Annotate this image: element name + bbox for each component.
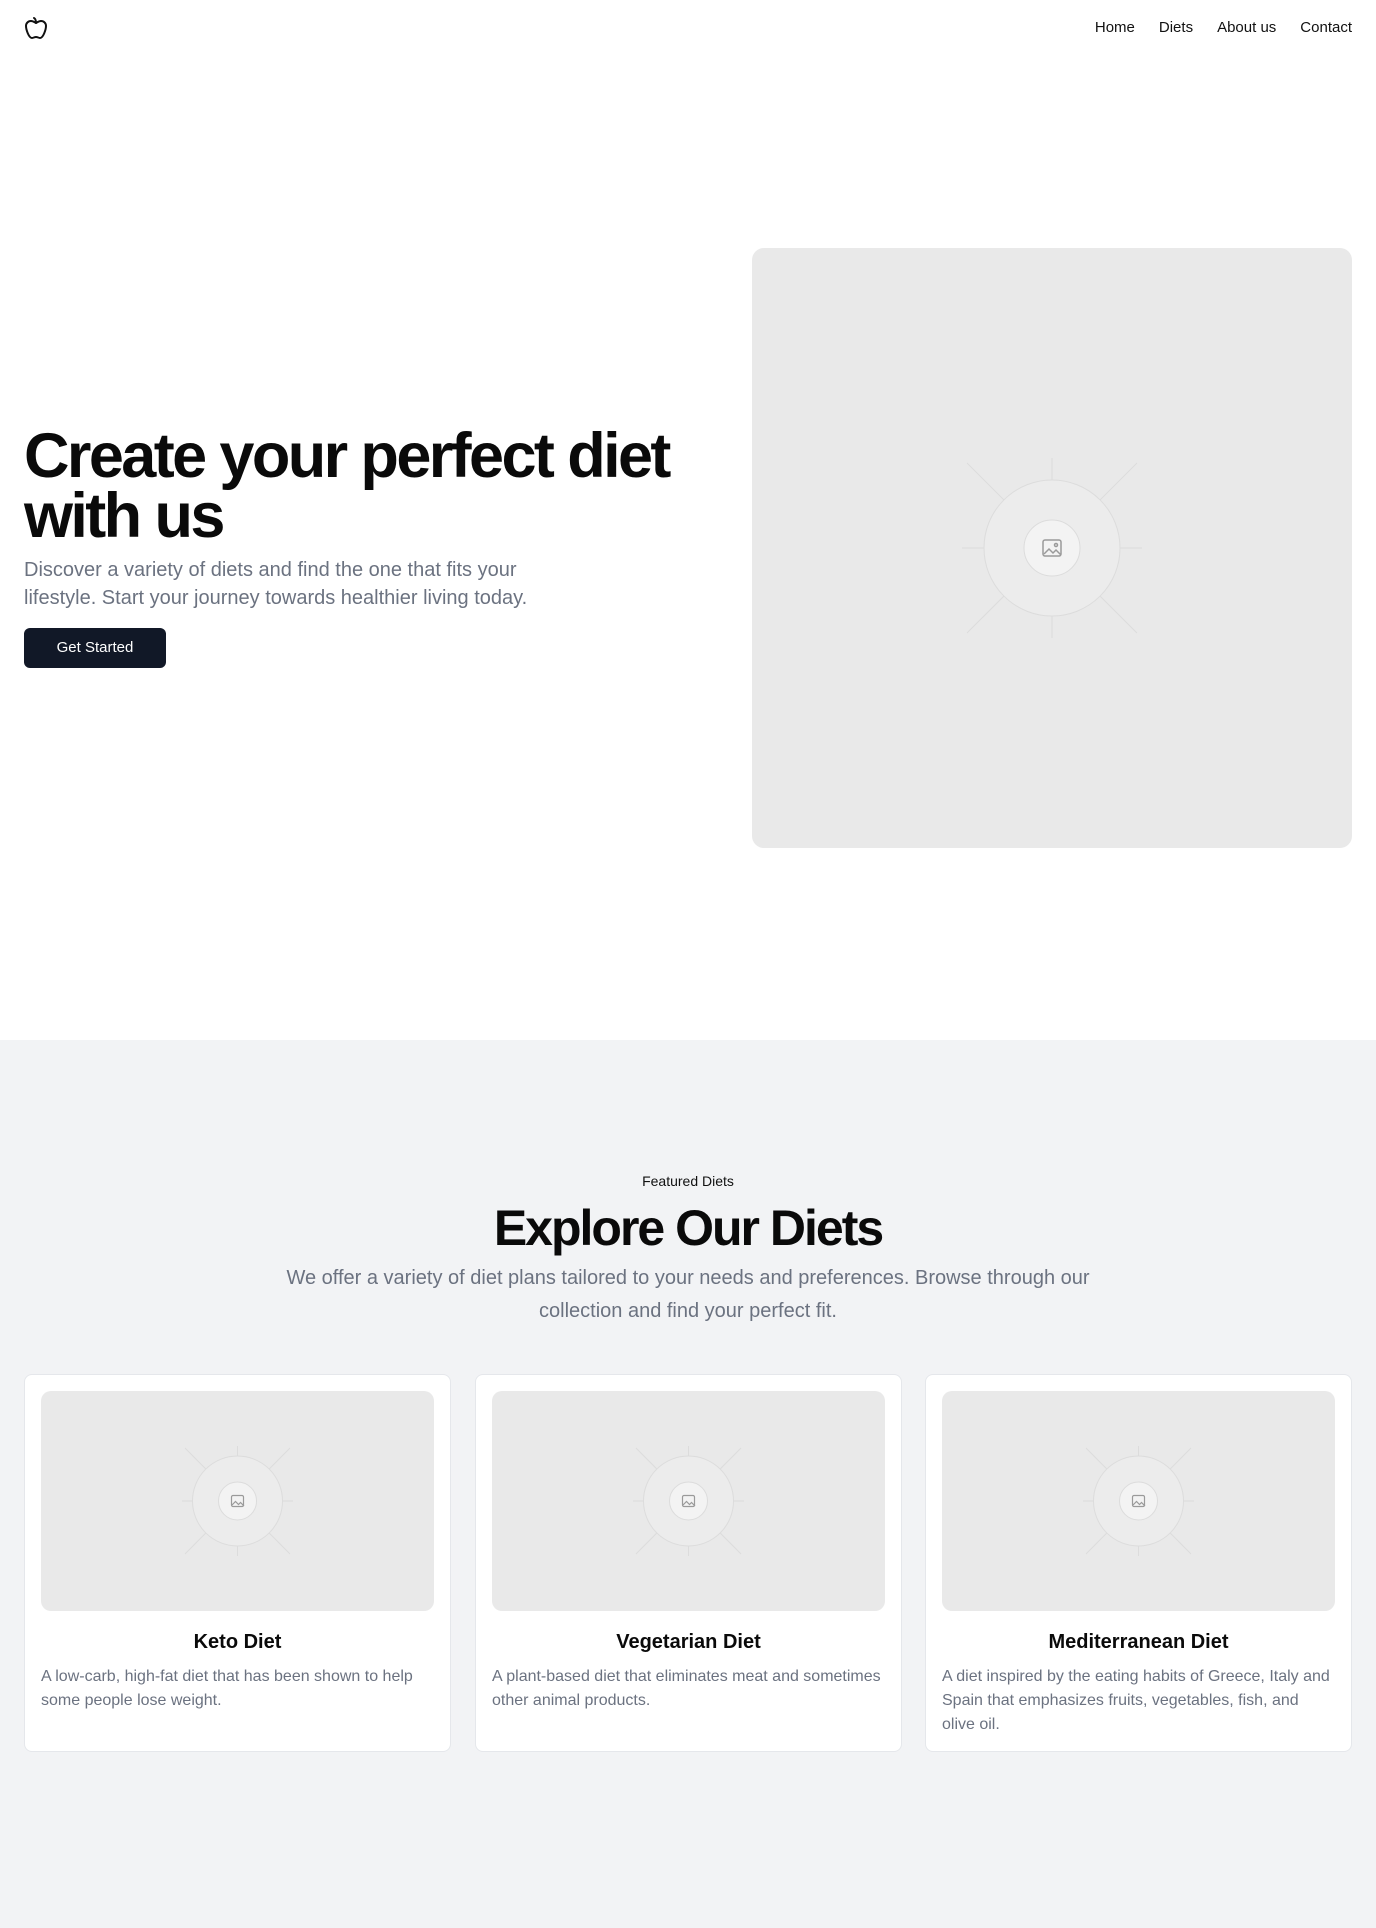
card-title: Keto Diet xyxy=(193,1631,282,1653)
section-subtitle: We offer a variety of diet plans tailore… xyxy=(286,1267,1090,1322)
card-image xyxy=(492,1391,885,1611)
nav-diets-link[interactable]: Diets xyxy=(1159,18,1193,38)
featured-diets-section: Featured Diets Explore Our Diets We offe… xyxy=(0,1040,1376,1928)
card-description: A plant-based diet that eliminates meat … xyxy=(492,1668,881,1709)
card-title: Mediterranean Diet xyxy=(1048,1631,1229,1653)
image-placeholder-icon xyxy=(1083,1446,1194,1556)
card-image xyxy=(41,1391,434,1611)
hero-title: Create your perfect diet with us xyxy=(24,421,671,551)
hero-subtitle: Discover a variety of diets and find the… xyxy=(24,559,528,609)
section-eyebrow: Featured Diets xyxy=(642,1173,734,1189)
diet-card-mediterranean[interactable]: Mediterranean Diet A diet inspired by th… xyxy=(925,1374,1352,1752)
get-started-button[interactable]: Get Started xyxy=(24,628,166,668)
nav-about-link[interactable]: About us xyxy=(1217,18,1276,38)
hero-image xyxy=(752,248,1352,848)
site-header: Home Diets About us Contact xyxy=(0,0,1376,56)
nav-home-link[interactable]: Home xyxy=(1095,18,1135,38)
apple-icon[interactable] xyxy=(24,16,48,40)
card-title: Vegetarian Diet xyxy=(616,1631,761,1653)
image-placeholder-icon xyxy=(633,1446,744,1556)
card-image xyxy=(942,1391,1335,1611)
section-title: Explore Our Diets xyxy=(493,1200,884,1256)
image-placeholder-icon xyxy=(962,458,1142,638)
main-nav: Home Diets About us Contact xyxy=(1095,18,1352,38)
hero-text: Create your perfect diet with us Discove… xyxy=(24,421,714,668)
card-description: A low-carb, high-fat diet that has been … xyxy=(41,1668,413,1709)
hero-section: Create your perfect diet with us Discove… xyxy=(0,56,1376,1040)
diet-card-vegetarian[interactable]: Vegetarian Diet A plant-based diet that … xyxy=(475,1374,902,1752)
image-placeholder-icon xyxy=(182,1446,293,1556)
nav-contact-link[interactable]: Contact xyxy=(1300,18,1352,38)
card-description: A diet inspired by the eating habits of … xyxy=(942,1668,1330,1733)
diet-card-keto[interactable]: Keto Diet A low-carb, high-fat diet that… xyxy=(24,1374,451,1752)
